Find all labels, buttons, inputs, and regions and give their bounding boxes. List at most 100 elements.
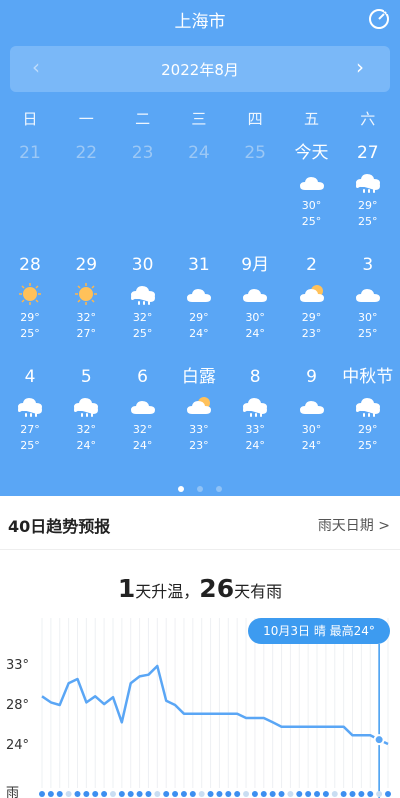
rain-drop-icon (260, 791, 267, 797)
cloud-weather-icon (240, 282, 270, 306)
day-number: 3 (362, 255, 374, 275)
selected-point[interactable] (373, 734, 385, 746)
rain-drop-icon (154, 791, 161, 797)
page-dot (216, 486, 223, 492)
rain-days-count: 26 (199, 574, 235, 603)
calendar-day[interactable]: 4 27° 25° (2, 366, 58, 454)
rain-drop-icon (376, 791, 383, 797)
page-indicator (0, 477, 400, 496)
high-temp: 30° (358, 311, 378, 324)
rain-drop-icon (314, 791, 321, 797)
cloud-weather-icon (297, 394, 327, 418)
rain-drop-icon (287, 791, 294, 797)
low-temp: 25° (358, 215, 378, 228)
rain-drop-icon (83, 791, 90, 797)
low-temp: 25° (20, 439, 40, 452)
rain-drop-icon (172, 791, 179, 797)
low-temp: 24° (245, 439, 265, 452)
low-temp: 23° (301, 327, 322, 340)
month-selector: ‹ 2022年8月 › (10, 46, 390, 92)
calendar-day[interactable]: 27 29° 25° (340, 142, 396, 230)
calendar-day[interactable]: 25 (227, 142, 283, 164)
calendar-day[interactable]: 8 33° 24° (227, 366, 283, 454)
rain-drop-icon (145, 791, 152, 797)
rain-drop-icon (322, 791, 329, 797)
calendar-day[interactable]: 23 (115, 142, 171, 164)
rain-drop-icon (47, 791, 54, 797)
low-temp: 24° (132, 439, 153, 452)
rain-drop-icon (340, 791, 347, 797)
rain-drop-icon (278, 791, 285, 797)
high-temp: 32° (132, 311, 153, 324)
day-number: 24 (188, 143, 210, 163)
selected-day-badge[interactable]: 10月3日 晴 最高24° (248, 618, 390, 644)
day-number: 4 (24, 367, 36, 387)
high-temp: 33° (245, 423, 265, 436)
calendar-day[interactable]: 22 (58, 142, 114, 164)
calendar-day[interactable]: 中秋节 29° 25° (340, 366, 396, 454)
rain-drop-icon (101, 791, 108, 797)
calendar-day[interactable]: 今天 30° 25° (284, 142, 340, 230)
rain-days-link[interactable]: 雨天日期 > (318, 515, 390, 535)
low-temp: 24° (245, 327, 265, 340)
next-month-icon[interactable]: › (356, 55, 364, 79)
calendar-day[interactable]: 24 (171, 142, 227, 164)
calendar-day[interactable]: 28 29° 25° (2, 254, 58, 342)
low-temp: 25° (358, 327, 378, 340)
rain-drop-icon (234, 791, 241, 797)
day-number: 30 (131, 255, 154, 275)
refresh-icon[interactable] (367, 7, 391, 31)
low-temp: 25° (358, 439, 378, 452)
calendar-day[interactable]: 9月 30° 24° (227, 254, 283, 342)
low-temp: 24° (76, 439, 97, 452)
rain-weather-icon (240, 394, 270, 418)
day-number: 29 (75, 255, 98, 275)
rain-drop-icon (39, 791, 45, 797)
calendar-day[interactable]: 31 29° 24° (171, 254, 227, 342)
rain-drop-icon (163, 791, 170, 797)
y-tick-label: 33° (6, 658, 30, 673)
weekday-label: 二 (135, 110, 151, 128)
rain-weather-icon (128, 282, 158, 306)
low-temp: 27° (76, 327, 97, 340)
temperature-line (41, 664, 389, 746)
day-number: 8 (249, 367, 261, 387)
rain-drop-icon (127, 791, 134, 797)
calendar-day[interactable]: 30 32° 25° (115, 254, 171, 342)
day-number: 31 (188, 255, 210, 275)
day-number: 28 (19, 255, 41, 275)
rain-drop-icon (136, 791, 143, 797)
rain-drop-icon (109, 791, 116, 797)
low-temp: 24° (301, 439, 322, 452)
calendar-day[interactable]: 29 32° 27° (58, 254, 114, 342)
weekday-label: 六 (360, 110, 376, 128)
rain-drop-icon (243, 791, 250, 797)
trend-summary: 1天升温，26天有雨 (0, 574, 400, 603)
rain-drop-icon (118, 791, 125, 797)
rain-drop-icon (367, 791, 374, 797)
calendar-day[interactable]: 3 30° 25° (340, 254, 396, 342)
rain-drop-icon (56, 791, 63, 797)
rain-drop-icon (305, 791, 312, 797)
calendar-day[interactable]: 白露 33° 23° (171, 366, 227, 454)
day-number: 27 (356, 143, 379, 163)
rain-drop-icon (385, 791, 391, 797)
calendar-day[interactable]: 5 32° 24° (58, 366, 114, 454)
calendar-day[interactable]: 21 (2, 142, 58, 164)
weekday-label: 日 (22, 110, 38, 128)
high-temp: 29° (20, 311, 40, 324)
calendar-day[interactable]: 9 30° 24° (284, 366, 340, 454)
cloud-weather-icon (184, 282, 214, 306)
rain-drop-icon (92, 791, 99, 797)
calendar-day[interactable]: 6 32° 24° (115, 366, 171, 454)
cloud-weather-icon (353, 282, 383, 306)
rain-days-text: 天有雨 (234, 582, 283, 601)
day-number: 6 (137, 367, 148, 387)
y-tick-label: 28° (6, 698, 30, 713)
day-number: 中秋节 (342, 367, 394, 387)
rain-drop-icon (358, 791, 365, 797)
rain-drop-icon (189, 791, 196, 797)
day-number: 白露 (181, 367, 216, 387)
calendar-panel: 上海市 ‹ 2022年8月 › 日一二三四五六 21 22 23 24 25 今天 30° 2… (0, 0, 400, 496)
calendar-day[interactable]: 2 29° 23° (284, 254, 340, 342)
